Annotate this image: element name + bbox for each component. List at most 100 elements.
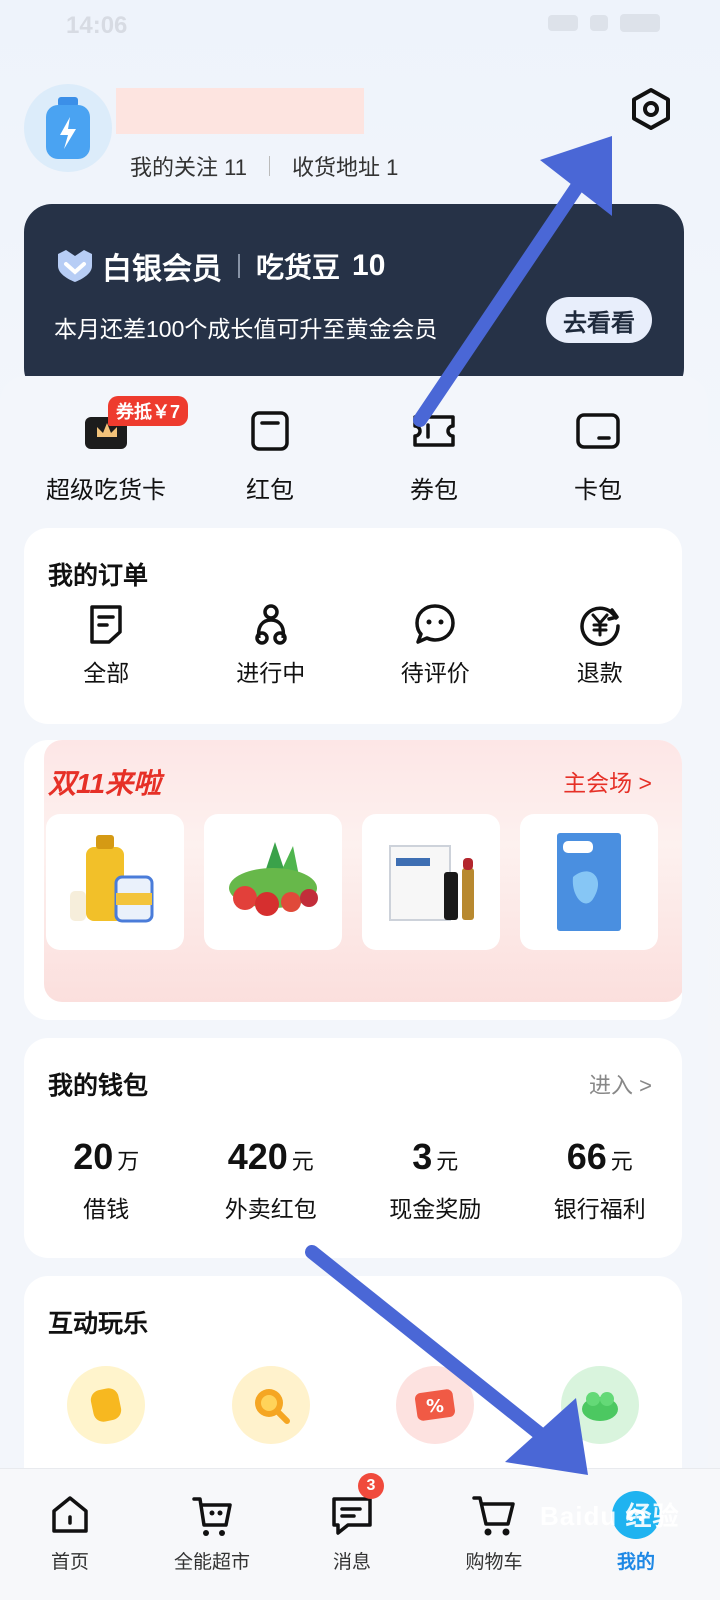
username-redacted	[116, 88, 364, 134]
avatar[interactable]	[24, 84, 112, 172]
quick-item-label: 卡包	[574, 477, 622, 504]
fun-item-3[interactable]: %	[353, 1366, 518, 1444]
quick-item-label: 超级吃货卡	[46, 477, 166, 504]
wallet-item-loan[interactable]: 20 万 借钱	[24, 1136, 189, 1224]
settings-hexagon-icon	[632, 88, 670, 130]
wallet-label: 现金奖励	[389, 1196, 482, 1222]
product-oil-milk[interactable]	[46, 814, 184, 950]
bean-count: 10	[352, 249, 386, 282]
tab-label: 首页	[50, 1552, 89, 1573]
order-all[interactable]: 全部	[24, 600, 189, 688]
fun-item-4[interactable]	[518, 1366, 683, 1444]
wallet-unit: 元	[610, 1149, 633, 1174]
order-list-icon	[24, 600, 189, 648]
wallet-row: 20 万 借钱 420 元 外卖红包 3元 现金奖励 66 元 银行福利	[24, 1136, 682, 1224]
profile-stats: 我的关注 11 收货地址 1	[130, 150, 398, 182]
magnifier-coin-icon	[231, 1366, 310, 1444]
tab-label: 消息	[332, 1552, 371, 1573]
orders-row: 全部 进行中 待评价 退款	[24, 600, 682, 688]
product-cosmetics[interactable]	[362, 814, 500, 950]
wallet-label: 借钱	[83, 1196, 130, 1222]
cart-icon	[434, 1485, 554, 1545]
bottom-tab-bar: 首页 全能超市 3 消息 购物车 我的	[0, 1468, 720, 1600]
double11-promo[interactable]: 双11来啦 主会场 >	[24, 740, 682, 1020]
quick-item-label: 券包	[410, 477, 458, 504]
orders-card: 我的订单 全部 进行中 待评价 退款	[24, 528, 682, 724]
signal-icon	[590, 15, 608, 31]
bean-label: 吃货豆	[256, 252, 341, 283]
wallet-title: 我的钱包	[48, 1072, 149, 1100]
oil-milk-image	[70, 835, 154, 923]
fun-row: %	[24, 1366, 682, 1444]
battery-icon	[620, 14, 660, 32]
message-badge: 3	[358, 1473, 384, 1499]
battery-mascot-icon	[46, 97, 90, 159]
fun-item-2[interactable]	[189, 1366, 354, 1444]
address-link[interactable]: 收货地址 1	[292, 150, 398, 182]
green-toy-icon	[560, 1366, 639, 1444]
tab-label: 我的	[616, 1552, 655, 1573]
discount-ticket-icon: %	[396, 1366, 475, 1444]
wallet-item-cash-reward[interactable]: 3元 现金奖励	[353, 1136, 518, 1224]
wallet-item-bank-benefit[interactable]: 66 元 银行福利	[518, 1136, 683, 1224]
vip-header: 白银会员 吃货豆 10	[54, 244, 385, 288]
tab-supermarket[interactable]: 全能超市	[152, 1485, 272, 1574]
message-icon: 3	[292, 1473, 412, 1545]
gold-bean-icon	[67, 1366, 146, 1444]
orders-title: 我的订单	[48, 562, 149, 590]
quick-item-red-packet[interactable]: 红包	[188, 396, 352, 505]
tab-home[interactable]: 首页	[10, 1485, 130, 1574]
vip-view-button[interactable]: 去看看	[546, 297, 652, 343]
divider	[268, 156, 270, 176]
vip-level: 白银会员	[102, 253, 222, 286]
wallet-unit: 元	[291, 1149, 314, 1174]
wallet-label: 银行福利	[553, 1196, 646, 1222]
wallet-unit: 万	[117, 1149, 140, 1174]
promo-title: 双11来啦	[48, 768, 162, 799]
status-icons	[548, 14, 660, 32]
baidu-watermark: Baidu 经验	[540, 1501, 680, 1531]
wallet-value: 20	[73, 1136, 114, 1177]
tab-label: 购物车	[465, 1552, 523, 1573]
status-bar: 14:06	[0, 0, 720, 56]
order-label: 全部	[83, 660, 130, 686]
vegetables-image	[229, 842, 318, 916]
cosmetics-image	[389, 845, 474, 921]
wifi-icon	[548, 15, 578, 31]
order-label: 待评价	[400, 660, 470, 686]
product-vegetables[interactable]	[204, 814, 342, 950]
wallet-unit: 元	[436, 1149, 459, 1174]
order-label: 退款	[576, 660, 623, 686]
settings-button[interactable]	[628, 86, 674, 132]
wallet-enter-link[interactable]: 进入 >	[589, 1068, 652, 1100]
tab-messages[interactable]: 3 消息	[292, 1473, 412, 1574]
order-label: 进行中	[236, 660, 306, 686]
product-durex[interactable]	[520, 814, 658, 950]
wallet-label: 外卖红包	[224, 1196, 317, 1222]
order-to-review[interactable]: 待评价	[353, 600, 518, 688]
home-icon	[10, 1485, 130, 1545]
coupon-icon	[352, 396, 516, 466]
wallet-value: 420	[227, 1136, 288, 1177]
vip-card[interactable]: 白银会员 吃货豆 10 本月还差100个成长值可升至黄金会员 去看看	[24, 204, 684, 396]
order-refund[interactable]: 退款	[518, 600, 683, 688]
wallet-value: 3	[412, 1136, 433, 1177]
refund-icon	[518, 600, 683, 648]
comment-icon	[353, 600, 518, 648]
quick-item-label: 红包	[246, 477, 294, 504]
fun-title: 互动玩乐	[48, 1310, 149, 1338]
order-in-progress[interactable]: 进行中	[189, 600, 354, 688]
fun-item-1[interactable]	[24, 1366, 189, 1444]
quick-item-coupon[interactable]: 券包	[352, 396, 516, 505]
vip-shield-icon	[58, 250, 92, 282]
divider	[238, 254, 240, 278]
coupon-badge: 券抵￥7	[108, 396, 189, 426]
follow-link[interactable]: 我的关注 11	[130, 150, 247, 182]
quick-item-card-wallet[interactable]: 卡包	[516, 396, 680, 505]
wallet-value: 66	[566, 1136, 607, 1177]
tab-label: 全能超市	[173, 1552, 250, 1573]
promo-main-venue-link[interactable]: 主会场 >	[563, 764, 652, 798]
wallet-card: 我的钱包 进入 > 20 万 借钱 420 元 外卖红包 3元 现金奖励 66 元 银…	[24, 1038, 682, 1258]
wallet-item-red-packet[interactable]: 420 元 外卖红包	[189, 1136, 354, 1224]
tab-cart[interactable]: 购物车	[434, 1485, 554, 1574]
